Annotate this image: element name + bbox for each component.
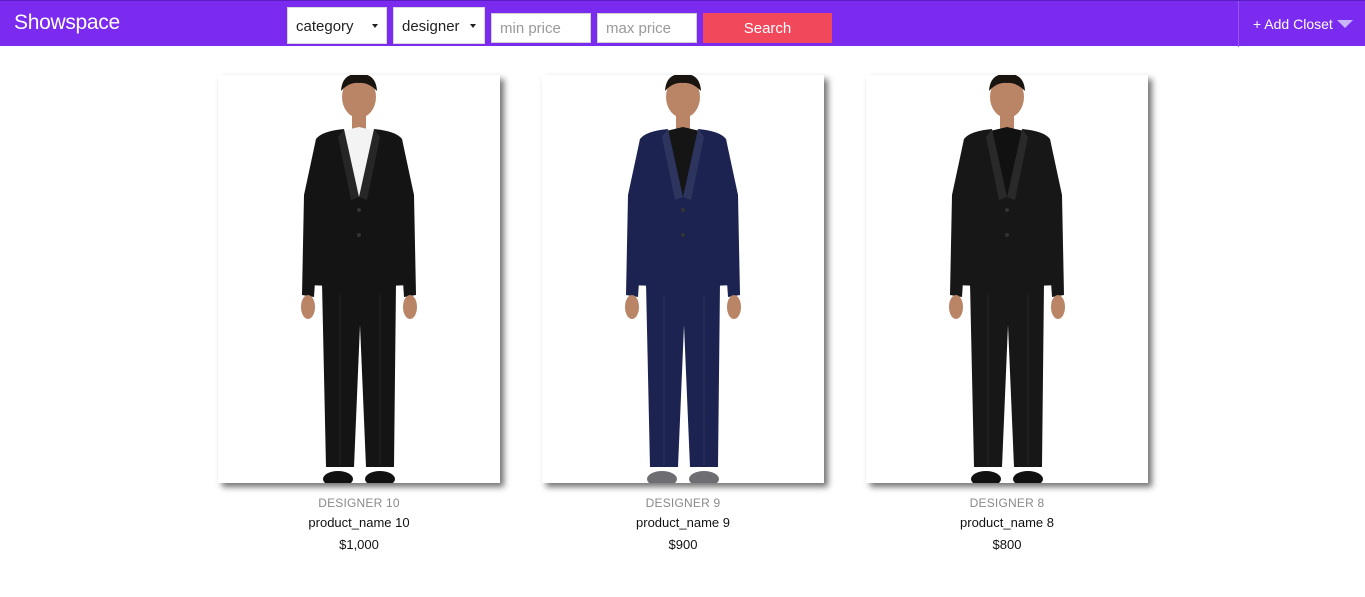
chevron-down-icon [1336,20,1353,28]
caret-down-icon [372,24,378,28]
designer-select-value: designer [402,18,460,35]
product-price: $900 [668,537,698,552]
category-select-value: category [296,18,354,35]
product-image[interactable] [542,75,824,483]
model-figure-icon [949,75,1065,483]
product-card[interactable]: DESIGNER 9 product_name 9 $900 [542,75,824,552]
product-card[interactable]: DESIGNER 8 product_name 8 $800 [866,75,1148,552]
product-image[interactable] [218,75,500,483]
add-closet-menu[interactable]: + Add Closet [1253,16,1353,32]
model-figure-icon [301,75,417,483]
add-closet-label: + Add Closet [1253,16,1333,32]
designer-select[interactable]: designer [393,7,485,44]
product-info: DESIGNER 10 product_name 10 $1,000 [218,496,500,552]
min-price-placeholder: min price [500,20,561,37]
search-button[interactable]: Search [703,13,832,43]
max-price-input[interactable]: max price [597,13,697,43]
caret-down-icon [470,24,476,28]
max-price-placeholder: max price [606,20,672,37]
nav-divider [1238,1,1239,47]
top-navbar: Showspace category designer min price ma… [0,0,1365,47]
category-select[interactable]: category [287,7,387,44]
model-figure-icon [625,75,741,483]
product-info: DESIGNER 9 product_name 9 $900 [542,496,824,552]
product-name[interactable]: product_name 10 [218,515,500,530]
min-price-input[interactable]: min price [491,13,591,43]
product-info: DESIGNER 8 product_name 8 $800 [866,496,1148,552]
product-name[interactable]: product_name 9 [542,515,824,530]
product-designer: DESIGNER 9 [645,496,721,510]
product-designer: DESIGNER 10 [318,496,400,510]
product-card[interactable]: DESIGNER 10 product_name 10 $1,000 [218,75,500,552]
product-designer: DESIGNER 8 [969,496,1045,510]
product-name[interactable]: product_name 8 [866,515,1148,530]
product-image[interactable] [866,75,1148,483]
product-price: $1,000 [339,537,379,552]
brand-logo[interactable]: Showspace [14,11,120,35]
product-price: $800 [992,537,1022,552]
